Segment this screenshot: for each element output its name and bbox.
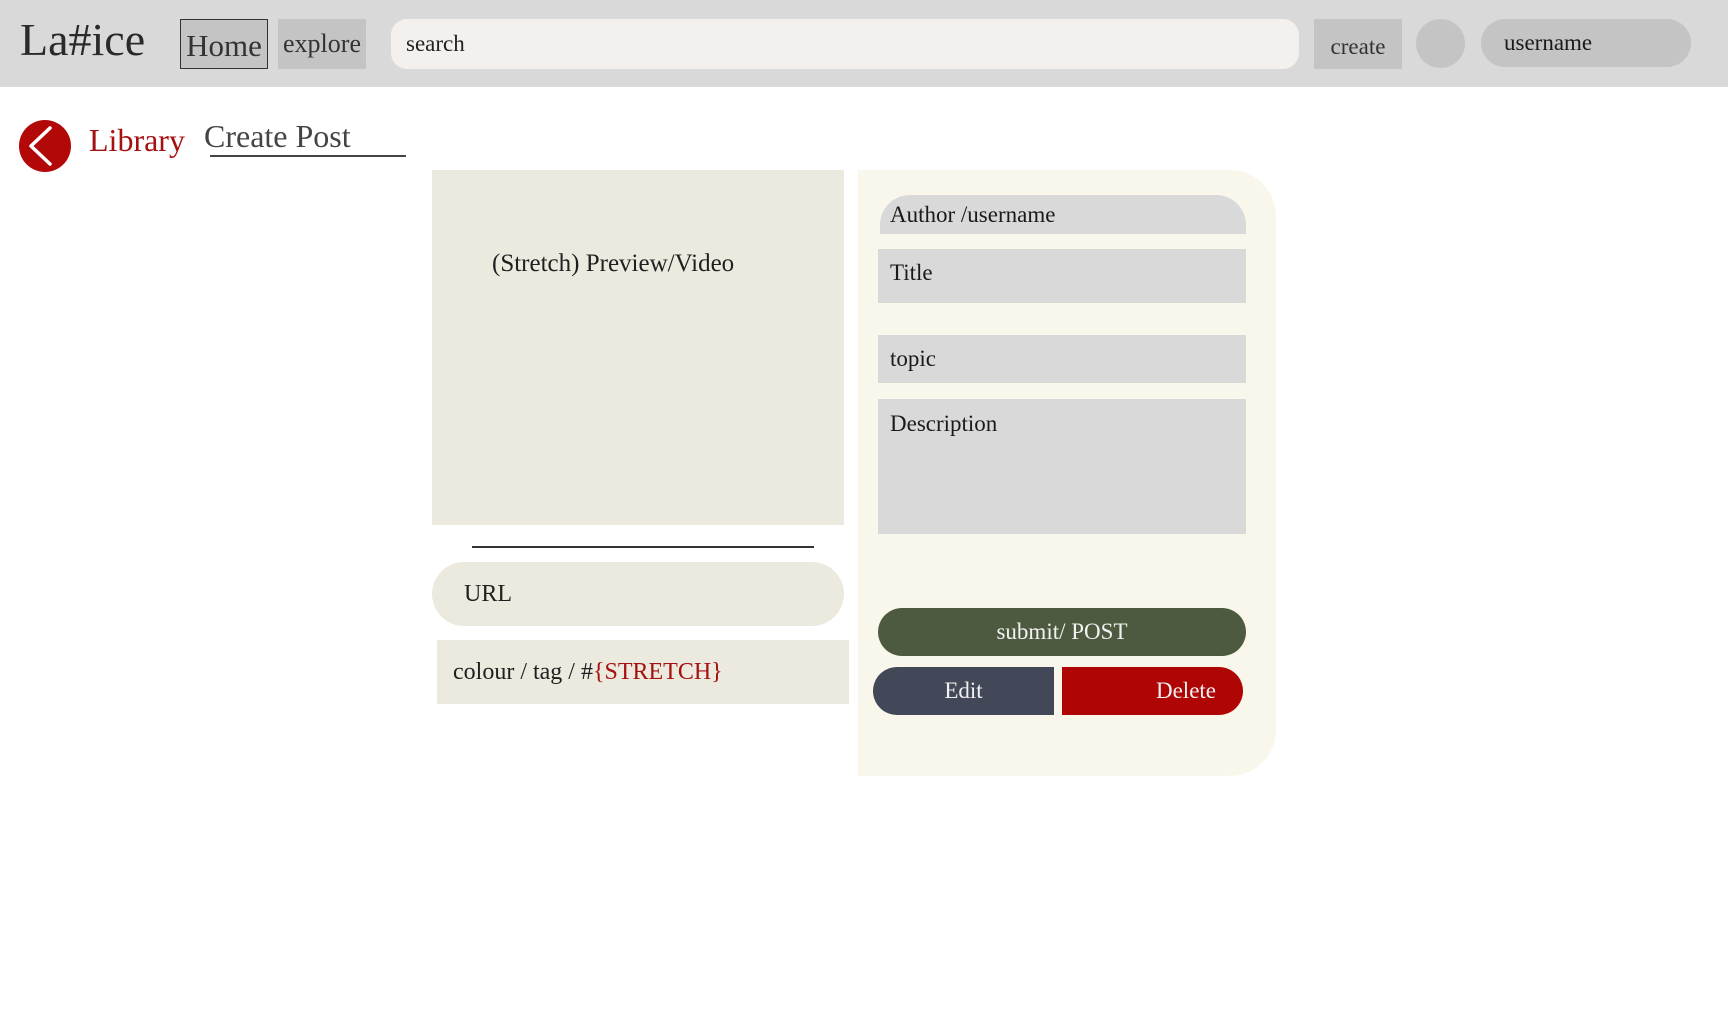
author-label: Author /username [890, 201, 1056, 227]
search-placeholder: search [406, 31, 465, 56]
description-field[interactable]: Description [878, 399, 1246, 534]
stretch-marker: {STRETCH} [592, 658, 723, 685]
back-button[interactable] [19, 120, 71, 172]
description-placeholder: Description [890, 411, 998, 436]
home-button[interactable]: Home [180, 19, 268, 69]
tag-label: colour / tag / # [453, 658, 593, 685]
title-placeholder: Title [890, 260, 933, 285]
edit-button[interactable]: Edit [873, 667, 1054, 715]
submit-post-button[interactable]: submit/ POST [878, 608, 1246, 656]
page-title: Create Post [204, 118, 351, 154]
avatar[interactable] [1416, 19, 1465, 68]
url-label: URL [464, 580, 512, 607]
topic-placeholder: topic [890, 346, 936, 371]
preview-label: (Stretch) Preview/Video [492, 250, 735, 277]
search-input[interactable]: search [391, 19, 1299, 69]
create-button[interactable]: create [1314, 19, 1402, 69]
url-field[interactable]: URL [432, 562, 844, 626]
explore-button[interactable]: explore [278, 19, 366, 69]
username-label: username [1504, 30, 1593, 55]
breadcrumb-library-link[interactable]: Library [89, 122, 185, 159]
title-field[interactable]: Title [878, 249, 1246, 303]
delete-button[interactable]: Delete [1062, 667, 1243, 715]
back-arrow-icon [29, 126, 52, 166]
username-menu[interactable]: username [1481, 19, 1691, 67]
media-preview-area[interactable]: (Stretch) Preview/Video [432, 170, 844, 525]
top-navigation-bar: La#ice Home explore search create userna… [0, 0, 1728, 87]
app-logo[interactable]: La#ice [20, 10, 145, 70]
tag-field[interactable]: colour / tag / # {STRETCH} [437, 640, 849, 704]
title-underline [210, 155, 406, 157]
author-field: Author /username [880, 195, 1246, 234]
topic-field[interactable]: topic [878, 335, 1246, 383]
divider [472, 546, 814, 548]
